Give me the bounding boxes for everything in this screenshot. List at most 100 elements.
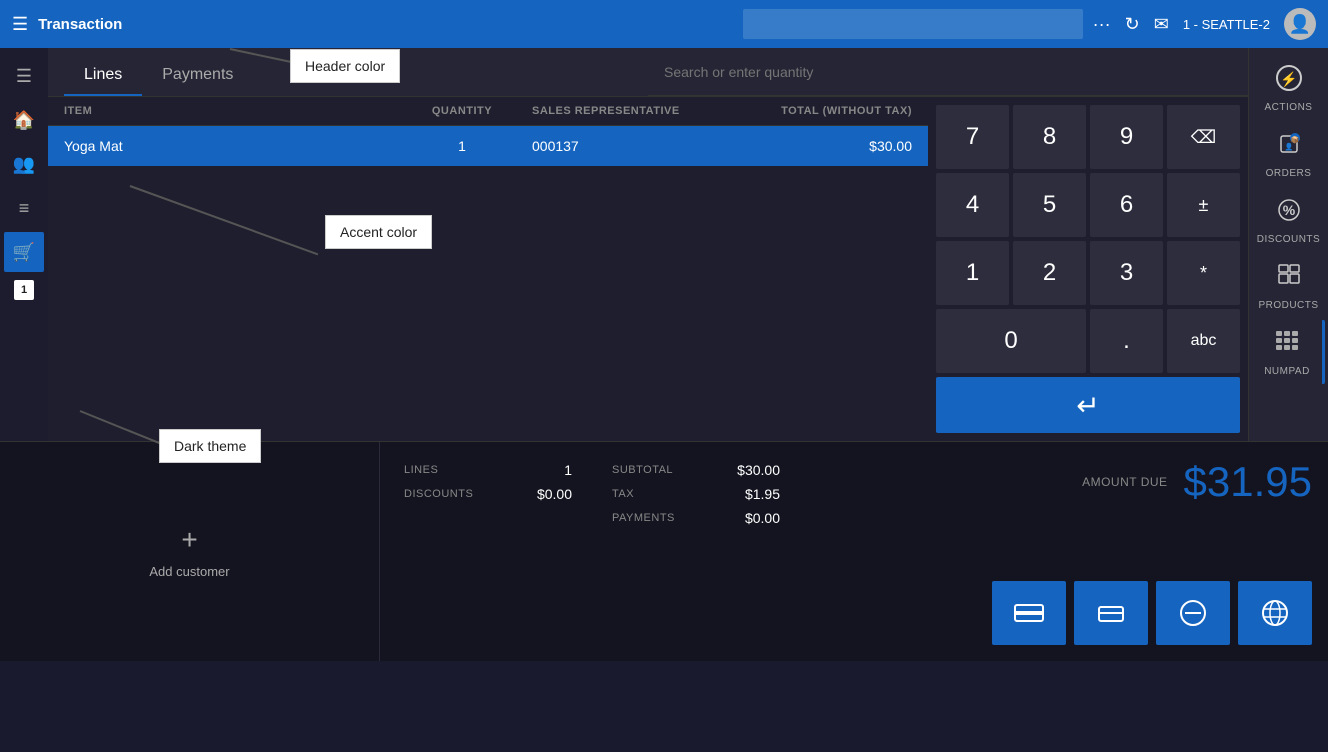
left-sidebar: ☰ 🏠 👥 ≡ 🛒 1 <box>0 48 48 441</box>
amount-section: AMOUNT DUE $31.95 <box>908 442 1328 661</box>
quantity-search-input[interactable] <box>664 64 1232 80</box>
numpad-icon <box>1273 328 1301 362</box>
col-total: TOTAL (WITHOUT TAX) <box>732 105 912 117</box>
message-icon[interactable]: ✉ <box>1154 14 1169 35</box>
item-total: $30.00 <box>732 138 912 154</box>
numpad-5[interactable]: 5 <box>1013 173 1086 237</box>
numpad-3[interactable]: 3 <box>1090 241 1163 305</box>
sidebar-actions[interactable]: ⚡ ACTIONS <box>1253 56 1325 120</box>
sidebar-item-menu[interactable]: ☰ <box>4 56 44 96</box>
numpad-abc[interactable]: abc <box>1167 309 1240 373</box>
actions-icon: ⚡ <box>1275 64 1303 98</box>
numpad-2[interactable]: 2 <box>1013 241 1086 305</box>
table-rows: Yoga Mat 1 000137 $30.00 <box>48 126 928 441</box>
sidebar-item-users[interactable]: 👥 <box>4 144 44 184</box>
table-row[interactable]: Yoga Mat 1 000137 $30.00 <box>48 126 928 166</box>
lines-row: LINES 1 <box>404 462 572 478</box>
cart-badge: 1 <box>14 280 34 300</box>
products-label: PRODUCTS <box>1258 300 1318 311</box>
numpad-7[interactable]: 7 <box>936 105 1009 169</box>
item-quantity: 1 <box>392 138 532 154</box>
summary-left: LINES 1 DISCOUNTS $0.00 <box>404 462 572 641</box>
lines-area: ITEM QUANTITY SALES REPRESENTATIVE TOTAL… <box>48 97 928 441</box>
amount-due-row: AMOUNT DUE $31.95 <box>924 458 1312 506</box>
menu-icon[interactable]: ☰ <box>12 14 28 35</box>
discounts-label: DISCOUNTS <box>404 488 504 500</box>
item-sales-rep: 000137 <box>532 138 732 154</box>
tax-label: TAX <box>612 488 712 500</box>
app-title: Transaction <box>38 16 733 33</box>
amount-due-value: $31.95 <box>1184 458 1312 506</box>
tab-lines[interactable]: Lines <box>64 56 142 96</box>
subtotal-label: SUBTOTAL <box>612 464 712 476</box>
bottom-area: + Add customer LINES 1 DISCOUNTS $0.00 S… <box>0 441 1328 661</box>
refresh-icon[interactable]: ↻ <box>1125 14 1140 35</box>
numpad-area: 7 8 9 ⌫ 4 5 6 ± 1 2 3 * 0 . abc <box>928 97 1248 441</box>
content-split: ITEM QUANTITY SALES REPRESENTATIVE TOTAL… <box>48 97 1248 441</box>
col-quantity: QUANTITY <box>392 105 532 117</box>
numpad-grid: 7 8 9 ⌫ 4 5 6 ± 1 2 3 * 0 . abc <box>936 105 1240 433</box>
payments-row: PAYMENTS $0.00 <box>612 510 780 526</box>
orders-icon: 📦 👤 <box>1275 130 1303 164</box>
numpad-9[interactable]: 9 <box>1090 105 1163 169</box>
actions-label: ACTIONS <box>1265 102 1313 113</box>
orders-label: ORDERS <box>1266 168 1312 179</box>
payment-credit-btn[interactable] <box>1074 581 1148 645</box>
tabs-bar: Lines Payments <box>48 48 648 96</box>
discounts-icon: % <box>1275 196 1303 230</box>
payment-global-btn[interactable] <box>1238 581 1312 645</box>
numpad-4[interactable]: 4 <box>936 173 1009 237</box>
numpad-dot[interactable]: . <box>1090 309 1163 373</box>
svg-text:👤: 👤 <box>1284 142 1293 151</box>
svg-text:%: % <box>1282 202 1295 218</box>
products-icon <box>1275 262 1303 296</box>
sidebar-numpad[interactable]: NUMPAD <box>1253 320 1325 384</box>
sidebar-products[interactable]: PRODUCTS <box>1253 254 1325 318</box>
subtotal-value: $30.00 <box>720 462 780 478</box>
location-label: 1 - SEATTLE-2 <box>1183 17 1270 32</box>
numpad-enter[interactable]: ↵ <box>936 377 1240 433</box>
avatar[interactable]: 👤 <box>1284 8 1316 40</box>
discounts-row: DISCOUNTS $0.00 <box>404 486 572 502</box>
numpad-sidebar-label: NUMPAD <box>1264 366 1310 377</box>
payment-card-btn[interactable] <box>992 581 1066 645</box>
top-bar: ☰ Transaction ··· ↻ ✉ 1 - SEATTLE-2 👤 <box>0 0 1328 48</box>
top-bar-icons: ··· ↻ ✉ 1 - SEATTLE-2 👤 <box>1093 8 1316 40</box>
numpad-multiply[interactable]: * <box>1167 241 1240 305</box>
col-sales-rep: SALES REPRESENTATIVE <box>532 105 732 117</box>
search-bar <box>648 48 1248 96</box>
lines-label: LINES <box>404 464 504 476</box>
svg-text:⚡: ⚡ <box>1280 71 1297 88</box>
right-sidebar: ⚡ ACTIONS 📦 👤 ORDERS <box>1248 48 1328 441</box>
numpad-0[interactable]: 0 <box>936 309 1086 373</box>
lines-value: 1 <box>512 462 572 478</box>
numpad-backspace[interactable]: ⌫ <box>1167 105 1240 169</box>
add-customer-icon: + <box>181 524 197 556</box>
sidebar-discounts[interactable]: % DISCOUNTS <box>1253 188 1325 252</box>
tax-row: TAX $1.95 <box>612 486 780 502</box>
numpad-8[interactable]: 8 <box>1013 105 1086 169</box>
numpad-6[interactable]: 6 <box>1090 173 1163 237</box>
top-search-input[interactable] <box>743 9 1083 39</box>
discounts-label: DISCOUNTS <box>1257 234 1320 245</box>
payment-circle-btn[interactable] <box>1156 581 1230 645</box>
col-item: ITEM <box>64 105 392 117</box>
numpad-1[interactable]: 1 <box>936 241 1009 305</box>
main-layout: ☰ 🏠 👥 ≡ 🛒 1 Lines Payments <box>0 48 1328 441</box>
amount-due-label: AMOUNT DUE <box>1082 475 1167 489</box>
sidebar-item-home[interactable]: 🏠 <box>4 100 44 140</box>
more-icon[interactable]: ··· <box>1093 14 1111 35</box>
sidebar-item-cart[interactable]: 🛒 <box>4 232 44 272</box>
tab-payments[interactable]: Payments <box>142 56 253 96</box>
summary-right: SUBTOTAL $30.00 TAX $1.95 PAYMENTS $0.00 <box>612 462 780 641</box>
discounts-value: $0.00 <box>512 486 572 502</box>
center-area: Lines Payments ITEM QUANTITY SALES REPRE… <box>48 48 1248 441</box>
payments-value: $0.00 <box>720 510 780 526</box>
numpad-plusminus[interactable]: ± <box>1167 173 1240 237</box>
sidebar-item-list[interactable]: ≡ <box>4 188 44 228</box>
svg-text:📦: 📦 <box>1290 135 1299 144</box>
customer-section[interactable]: + Add customer <box>0 442 380 661</box>
sidebar-orders[interactable]: 📦 👤 ORDERS <box>1253 122 1325 186</box>
tax-value: $1.95 <box>720 486 780 502</box>
payments-label: PAYMENTS <box>612 512 712 524</box>
